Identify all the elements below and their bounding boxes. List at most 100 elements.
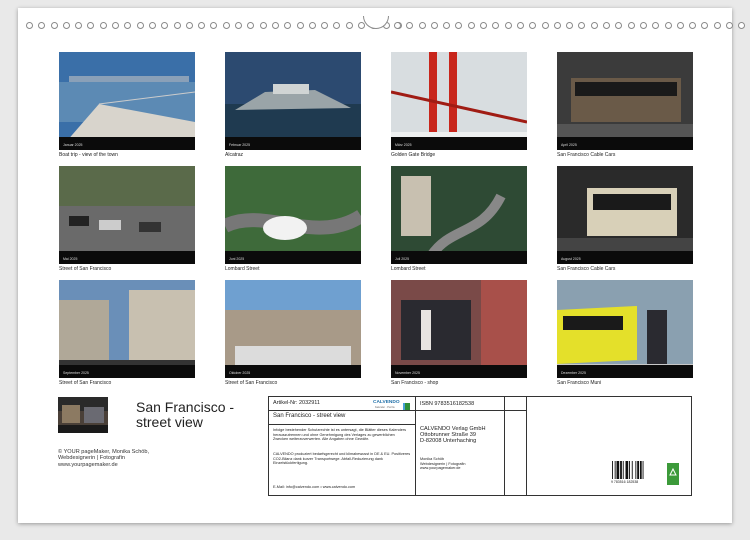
barcode-bar [622, 461, 624, 479]
binding-ring [112, 22, 120, 29]
isbn: ISBN 9783516182538 [420, 401, 475, 407]
binding-ring [321, 22, 329, 29]
binding-ring [198, 22, 206, 29]
binding-ring [26, 22, 33, 29]
photo-caption: Street of San Francisco [59, 380, 112, 386]
binding-ring [467, 22, 475, 29]
photo-caption: Boat trip - view of the town [59, 152, 118, 158]
binding-ring [566, 22, 574, 29]
divider [269, 410, 415, 411]
month-label: Oktober 2025 [229, 371, 251, 375]
binding-ring [627, 22, 635, 29]
binding-ring [75, 22, 83, 29]
barcode-bar [625, 461, 629, 479]
binding-ring [38, 22, 46, 29]
binding-ring [173, 22, 181, 29]
barcode-bar [612, 461, 613, 479]
barcode-bar [629, 461, 630, 479]
title-line-1: San Francisco - [136, 399, 235, 415]
photo-cablecar2 [557, 166, 693, 264]
barcode: 9 783516 182538 [611, 461, 653, 486]
month-photo: April 2025 [557, 52, 693, 150]
author-info: Monika Schöb Webdesignerin | Fotografin … [420, 457, 465, 471]
binding-ring [615, 22, 623, 29]
photo-caption-bar [225, 251, 361, 264]
binding-ring [701, 22, 709, 29]
photo-tram [557, 280, 693, 378]
photo-caption: Golden Gate Bridge [391, 152, 436, 158]
barcode-bar [642, 461, 644, 479]
publisher-line: D-82008 Unterhaching [420, 438, 477, 445]
binding-ring [664, 22, 672, 29]
binding-ring [529, 22, 537, 29]
month-label: Juni 2025 [229, 257, 245, 261]
binding-ring [259, 22, 267, 29]
month-photo: Juni 2025 [225, 166, 361, 264]
binding-ring [406, 22, 414, 29]
binding-ring [516, 22, 524, 29]
calendar-back-page: Januar 2025 Boat trip - view of the town F… [18, 8, 746, 523]
binding-ring [652, 22, 660, 29]
month-label: April 2025 [561, 143, 577, 147]
binding-ring [455, 22, 463, 29]
photo-caption-bar [391, 251, 527, 264]
product-column: Artikel-Nr: 2032911 CALVENDO Kalender · … [269, 397, 416, 495]
binding-ring [358, 22, 366, 29]
product-title: San Francisco - street view [273, 413, 346, 419]
copyright-info: © YOUR pageMaker, Monika Schöb, Webdesig… [58, 449, 149, 468]
photo-cablecar [557, 52, 693, 150]
binding-ring [394, 22, 401, 29]
photo-shop [391, 280, 527, 378]
binding-ring [247, 22, 255, 29]
binding-ring [603, 22, 611, 29]
barcode-bar [614, 461, 616, 479]
month-photo: Oktober 2025 [225, 280, 361, 378]
cover-thumbnail [58, 397, 108, 433]
month-photo: November 2025 [391, 280, 527, 378]
binding-ring [148, 22, 156, 29]
photo-caption: Lombard Street [225, 266, 260, 272]
photo-caption: Street of San Francisco [225, 380, 278, 386]
blank-cell [504, 397, 527, 495]
photo-caption: Alcatraz [225, 152, 244, 158]
photo-boat [59, 52, 195, 150]
publisher-info-panel: Artikel-Nr: 2032911 CALVENDO Kalender · … [268, 396, 692, 496]
photo-street2 [59, 280, 195, 378]
binding-ring [271, 22, 279, 29]
month-photo: August 2025 [557, 166, 693, 264]
binding-ring [235, 22, 243, 29]
month-label: Februar 2025 [229, 143, 251, 147]
photo-caption: San Francisco Muni [557, 380, 602, 386]
barcode-bar [620, 461, 622, 479]
month-photo: Februar 2025 [225, 52, 361, 150]
photo-street3 [225, 280, 361, 378]
article-number: Artikel-Nr: 2032911 [273, 400, 320, 406]
photo-caption: Street of San Francisco [59, 266, 112, 272]
month-label: August 2025 [561, 257, 581, 261]
contact-line: E-Mail: info@calvendo.com • www.calvendo… [273, 485, 356, 489]
binding-ring [578, 22, 586, 29]
calendar-title: San Francisco - street view [136, 400, 234, 430]
publisher-address: CALVENDO Verlag GmbH Ottobrunner Straße … [420, 426, 486, 445]
binding-ring [124, 22, 132, 29]
month-label: September 2025 [63, 371, 89, 375]
photo-caption: San Francisco Cable Cars [557, 152, 616, 158]
binding-ring [689, 22, 697, 29]
month-label: Dezember 2025 [561, 371, 586, 375]
binding-rings-left [26, 22, 402, 32]
binding-ring [418, 22, 426, 29]
binding-ring [333, 22, 341, 29]
month-photo: März 2025 [391, 52, 527, 150]
binding-ring [480, 22, 488, 29]
binding-ring [136, 22, 144, 29]
barcode-bar [639, 461, 642, 479]
binding-ring [296, 22, 304, 29]
month-photo: Januar 2025 [59, 52, 195, 150]
binding-ring [161, 22, 169, 29]
legal-notice: Infolge bestehender Schutzrechte ist es … [273, 428, 406, 442]
binding-ring [430, 22, 438, 29]
binding-ring [87, 22, 95, 29]
publisher-column: ISBN 9783516182538 CALVENDO Verlag GmbH … [416, 397, 527, 495]
binding-ring [504, 22, 512, 29]
binding-ring [590, 22, 598, 29]
